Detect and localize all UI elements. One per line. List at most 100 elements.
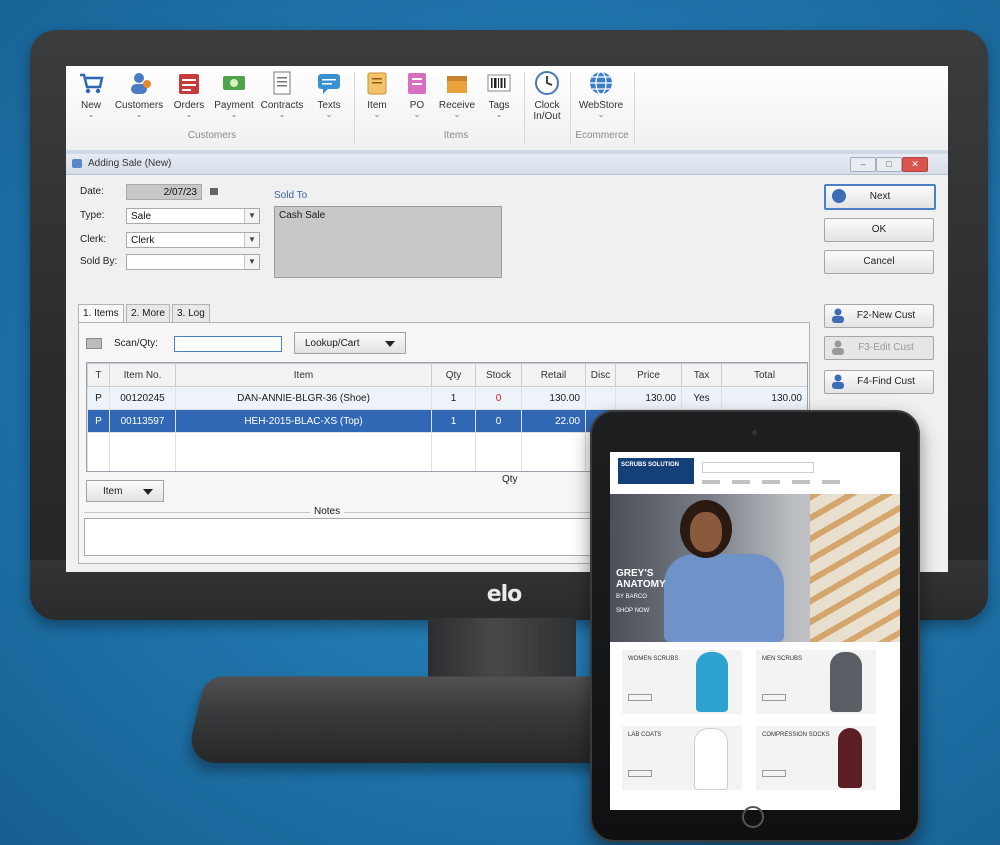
clock-icon — [534, 70, 560, 96]
tab-items[interactable]: 1. Items — [78, 304, 124, 323]
scan-qty-input[interactable] — [174, 336, 282, 352]
card-button[interactable] — [762, 694, 786, 701]
ribbon-receive-button[interactable]: Receive ⌄ — [434, 70, 480, 119]
item-menu-button[interactable]: Item — [86, 480, 164, 502]
sold-to-box[interactable]: Cash Sale — [274, 206, 502, 278]
tablet-home-button[interactable] — [742, 806, 764, 828]
hero-banner[interactable]: GREY'S ANATOMY BY BARCO SHOP NOW — [610, 494, 900, 642]
tab-log[interactable]: 3. Log — [172, 304, 210, 322]
card-button[interactable] — [628, 770, 652, 777]
minimize-button[interactable]: – — [850, 157, 876, 172]
col-header[interactable]: Tax — [681, 363, 722, 387]
website-header: SCRUBS SOLUTION — [610, 452, 900, 495]
scan-qty-label: Scan/Qty: — [114, 338, 158, 349]
item-icon — [364, 70, 390, 96]
col-header[interactable]: Total — [721, 363, 807, 387]
clerk-select[interactable]: Clerk ▼ — [126, 232, 260, 248]
ribbon-group-items: Items — [443, 130, 469, 141]
card-men-scrubs[interactable]: MEN SCRUBS — [756, 650, 876, 714]
clerk-label: Clerk: — [80, 234, 107, 245]
col-header[interactable]: Item No. — [109, 363, 176, 387]
find-customer-icon — [832, 374, 844, 389]
ribbon-new-button[interactable]: New ⌄ — [68, 70, 114, 119]
dialog-titlebar: Adding Sale (New) – □ ✕ — [66, 154, 948, 175]
edit-cust-button[interactable]: F3-Edit Cust — [824, 336, 934, 360]
soldby-label: Sold By: — [80, 256, 118, 267]
next-button[interactable]: Next — [824, 184, 936, 210]
ribbon-contracts-button[interactable]: Contracts ⌄ — [258, 70, 306, 119]
toolbar-ribbon: New ⌄ Customers ⌄ Orders ⌄ Payment ⌄ Contrac… — [66, 66, 948, 151]
ribbon-group-customers: Customers — [187, 130, 237, 141]
new-cust-button[interactable]: F2-New Cust — [824, 304, 934, 328]
arrow-right-icon — [832, 189, 846, 203]
cancel-button[interactable]: Cancel — [824, 250, 934, 274]
ribbon-texts-button[interactable]: Texts ⌄ — [306, 70, 352, 119]
barcode-icon — [486, 70, 512, 96]
card-compression-socks[interactable]: COMPRESSION SOCKS — [756, 726, 876, 790]
ribbon-payment-button[interactable]: Payment ⌄ — [212, 70, 256, 119]
orders-icon — [176, 70, 202, 96]
soldby-select[interactable]: ▼ — [126, 254, 260, 270]
card-button[interactable] — [628, 694, 652, 701]
po-icon — [404, 70, 430, 96]
col-header[interactable]: Disc — [585, 363, 616, 387]
table-row[interactable]: P 00120245 DAN-ANNIE-BLGR-36 (Shoe) 1 0 … — [87, 386, 807, 410]
find-cust-button[interactable]: F4-Find Cust — [824, 370, 934, 394]
col-header[interactable]: Price — [615, 363, 682, 387]
card-women-scrubs[interactable]: WOMEN SCRUBS — [622, 650, 742, 714]
notes-textarea[interactable] — [84, 518, 616, 556]
type-label: Type: — [80, 210, 105, 221]
col-header[interactable]: Qty — [431, 363, 476, 387]
tablet-device: SCRUBS SOLUTION GREY'S ANATOMY BY BARCO … — [590, 410, 920, 842]
receive-icon — [444, 70, 470, 96]
card-button[interactable] — [762, 770, 786, 777]
close-button[interactable]: ✕ — [902, 157, 928, 172]
tablet-camera — [752, 430, 757, 435]
cart-icon — [78, 70, 104, 96]
col-header[interactable]: T — [87, 363, 110, 387]
elo-logo: elo — [486, 582, 523, 607]
tab-more[interactable]: 2. More — [126, 304, 170, 322]
maximize-button[interactable]: □ — [876, 157, 902, 172]
col-header[interactable]: Stock — [475, 363, 522, 387]
ribbon-clock-button[interactable]: Clock In/Out — [524, 70, 570, 122]
ok-button[interactable]: OK — [824, 218, 934, 242]
col-header[interactable]: Retail — [521, 363, 586, 387]
type-select[interactable]: Sale ▼ — [126, 208, 260, 224]
site-nav[interactable] — [702, 480, 852, 484]
hero-cta[interactable]: SHOP NOW — [616, 608, 649, 614]
dropdown-arrow-icon — [385, 341, 395, 347]
payment-icon — [221, 70, 247, 96]
ribbon-group-ecommerce: Ecommerce — [575, 130, 629, 141]
grid-header-row: T Item No. Item Qty Stock Retail Disc Pr… — [87, 363, 807, 387]
close-icon: ✕ — [911, 159, 919, 169]
women-scrubs-figure — [696, 652, 728, 712]
calendar-icon[interactable] — [210, 188, 218, 195]
ribbon-customers-button[interactable]: Customers ⌄ — [114, 70, 164, 119]
hero-brand-text: GREY'S ANATOMY — [616, 568, 666, 590]
hero-stairs — [810, 494, 900, 642]
card-lab-coats[interactable]: LAB COATS — [622, 726, 742, 790]
contracts-icon — [269, 70, 295, 96]
socks-figure — [838, 728, 862, 788]
tablet-screen: SCRUBS SOLUTION GREY'S ANATOMY BY BARCO … — [610, 452, 900, 810]
site-logo[interactable]: SCRUBS SOLUTION — [618, 458, 694, 484]
qty-footer: Qty — [502, 474, 518, 485]
keyboard-icon[interactable] — [86, 338, 102, 349]
ribbon-webstore-button[interactable]: WebStore ⌄ — [576, 70, 626, 119]
minimize-icon: – — [860, 159, 866, 169]
customers-icon — [126, 70, 152, 96]
date-field[interactable]: 2/07/23 — [126, 184, 202, 200]
maximize-icon: □ — [886, 159, 892, 169]
site-search-input[interactable] — [702, 462, 814, 473]
dialog-title: Adding Sale (New) — [88, 158, 172, 169]
hero-model-face — [690, 512, 722, 552]
col-header[interactable]: Item — [175, 363, 432, 387]
chevron-down-icon: ▼ — [244, 209, 259, 223]
ribbon-tags-button[interactable]: Tags ⌄ — [476, 70, 522, 119]
ribbon-orders-button[interactable]: Orders ⌄ — [166, 70, 212, 119]
lookup-cart-button[interactable]: Lookup/Cart — [294, 332, 406, 354]
dropdown-arrow-icon — [143, 489, 153, 495]
globe-icon — [588, 70, 614, 96]
category-cards: WOMEN SCRUBS MEN SCRUBS LAB COATS COMPRE… — [622, 650, 888, 800]
